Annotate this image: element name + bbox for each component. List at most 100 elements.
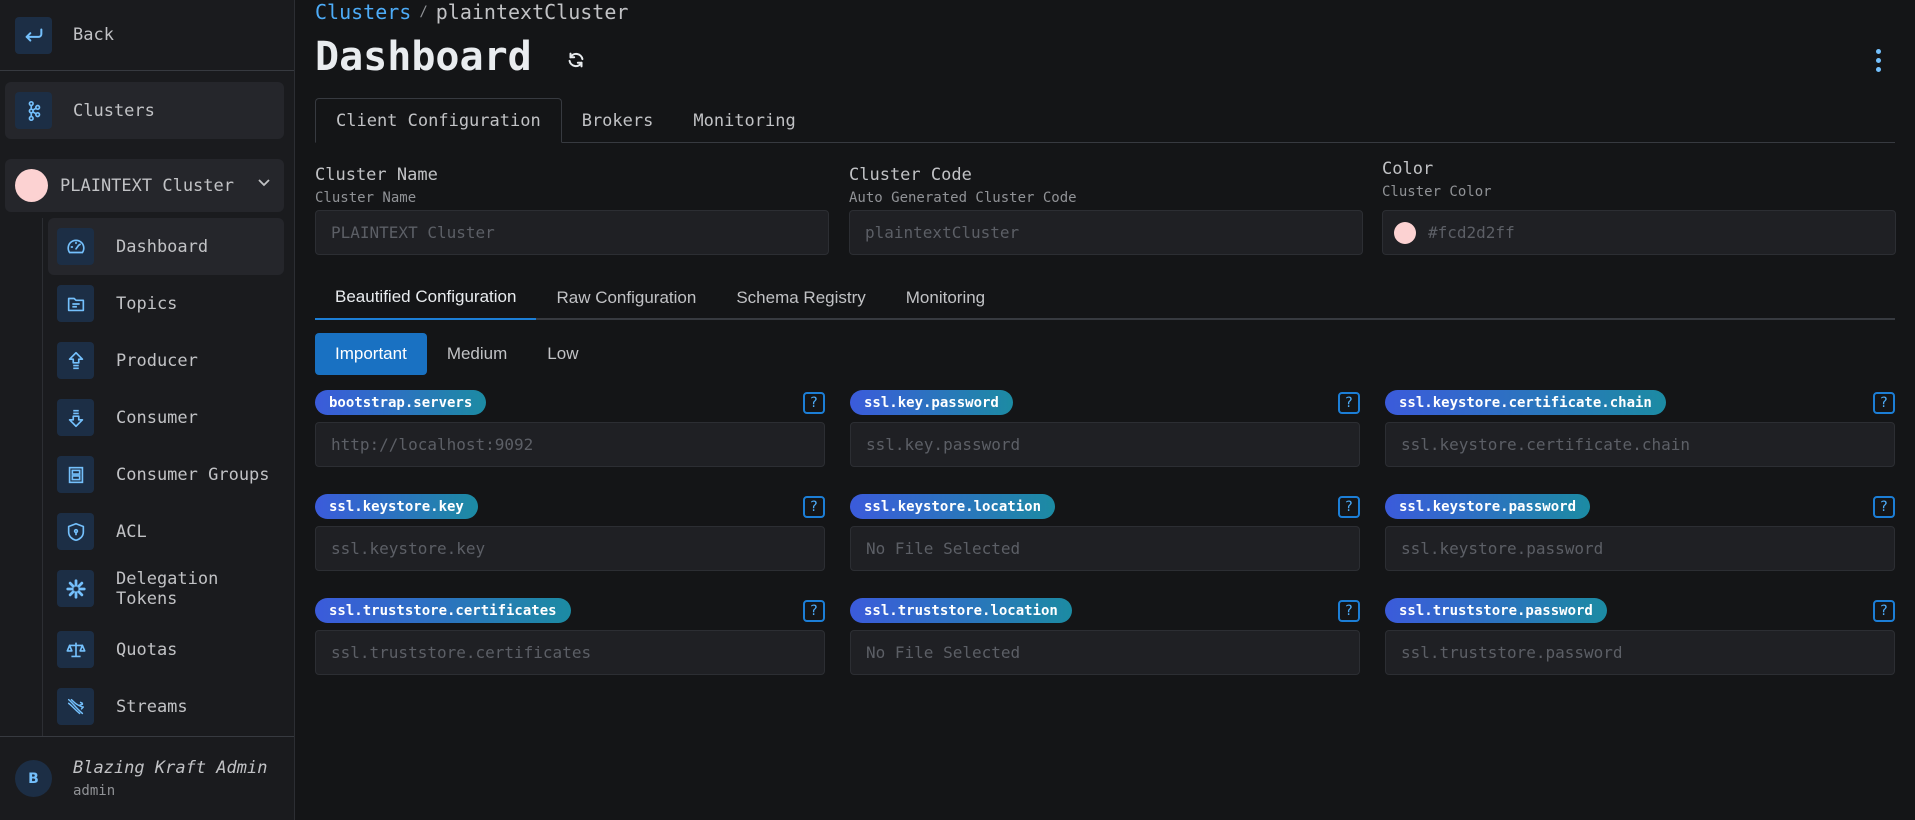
config-key-badge: ssl.keystore.location: [850, 494, 1056, 519]
help-icon[interactable]: ?: [1338, 392, 1360, 414]
back-button[interactable]: Back: [0, 0, 294, 71]
config-grid: bootstrap.servers ? ssl.key.password ? s…: [315, 390, 1895, 683]
sidebar-item-label: Consumer: [116, 407, 198, 428]
sidebar-item-dashboard[interactable]: Dashboard: [48, 218, 284, 275]
file-picker-input[interactable]: No File Selected: [850, 630, 1360, 675]
sidebar-item-label: Topics: [116, 293, 178, 314]
help-icon[interactable]: ?: [1338, 600, 1360, 622]
page-title: Dashboard: [315, 34, 532, 80]
tab-monitoring[interactable]: Monitoring: [673, 98, 815, 143]
color-input[interactable]: #fcd2d2ff: [1382, 210, 1896, 255]
config-item-ssl-key-password: ssl.key.password ?: [850, 390, 1360, 475]
config-input[interactable]: [1385, 422, 1895, 467]
color-swatch: [1394, 221, 1416, 244]
submenu-divider: [42, 218, 43, 736]
more-options-icon[interactable]: [1870, 46, 1886, 74]
config-item-ssl-keystore-location: ssl.keystore.location ? No File Selected: [850, 494, 1360, 579]
config-item-ssl-truststore-certificates: ssl.truststore.certificates ?: [315, 598, 825, 683]
help-icon[interactable]: ?: [803, 392, 825, 414]
cluster-color-dot: [15, 169, 48, 202]
sidebar-item-producer[interactable]: Producer: [48, 332, 284, 389]
config-input[interactable]: [850, 422, 1360, 467]
config-item-ssl-truststore-password: ssl.truststore.password ?: [1385, 598, 1895, 683]
config-item-ssl-keystore-certificate-chain: ssl.keystore.certificate.chain ?: [1385, 390, 1895, 475]
breadcrumb-clusters-link[interactable]: Clusters: [315, 0, 411, 24]
refresh-icon[interactable]: [565, 49, 587, 71]
sidebar-item-topics[interactable]: Topics: [48, 275, 284, 332]
sidebar-item-consumer-groups[interactable]: Consumer Groups: [48, 446, 284, 503]
config-item-bootstrap-servers: bootstrap.servers ?: [315, 390, 825, 475]
sidebar-item-label: Dashboard: [116, 236, 209, 257]
help-icon[interactable]: ?: [1338, 496, 1360, 518]
scale-icon: [57, 631, 94, 668]
config-key-badge: ssl.truststore.certificates: [315, 598, 571, 623]
sidebar-item-label: ACL: [116, 521, 147, 542]
color-value: #fcd2d2ff: [1428, 223, 1515, 242]
tab-brokers[interactable]: Brokers: [562, 98, 674, 143]
tab-client-configuration[interactable]: Client Configuration: [315, 98, 562, 143]
priority-tab-medium[interactable]: Medium: [427, 333, 527, 375]
sidebar-item-quotas[interactable]: Quotas: [48, 621, 284, 678]
sidebar-item-label: Producer: [116, 350, 198, 371]
avatar: B: [15, 760, 52, 797]
sidebar-item-label: Streams: [116, 696, 188, 717]
tab-schema-registry[interactable]: Schema Registry: [716, 276, 885, 320]
cluster-code-label: Cluster Code: [849, 165, 972, 185]
help-icon[interactable]: ?: [803, 496, 825, 518]
tab-config-monitoring[interactable]: Monitoring: [886, 276, 1005, 320]
help-icon[interactable]: ?: [803, 600, 825, 622]
config-key-badge: ssl.truststore.password: [1385, 598, 1607, 623]
return-arrow-icon: [15, 16, 52, 54]
config-input[interactable]: [315, 526, 825, 571]
tab-beautified-configuration[interactable]: Beautified Configuration: [315, 276, 537, 320]
config-key-badge: bootstrap.servers: [315, 390, 487, 415]
priority-tabs: Important Medium Low: [315, 333, 598, 375]
help-icon[interactable]: ?: [1873, 600, 1895, 622]
sidebar-item-label: Delegation Tokens: [116, 568, 219, 609]
config-key-badge: ssl.key.password: [850, 390, 1013, 415]
cluster-name-label: Cluster Name: [315, 165, 438, 185]
sidebar-item-label: Consumer Groups: [116, 464, 270, 485]
breadcrumb-current: plaintextCluster: [435, 0, 629, 24]
priority-tab-important[interactable]: Important: [315, 333, 427, 375]
file-picker-input[interactable]: No File Selected: [850, 526, 1360, 571]
user-profile[interactable]: B Blazing Kraft Admin admin: [0, 736, 294, 820]
asterisk-gear-icon: [57, 570, 94, 607]
top-tabs: Client Configuration Brokers Monitoring: [315, 98, 1895, 143]
cluster-name-description: Cluster Name: [315, 190, 417, 206]
cluster-code-description: Auto Generated Cluster Code: [849, 190, 1077, 206]
config-input[interactable]: [1385, 630, 1895, 675]
shield-icon: [57, 513, 94, 550]
user-name: Blazing Kraft Admin: [73, 758, 268, 778]
config-key-badge: ssl.keystore.certificate.chain: [1385, 390, 1666, 415]
config-input[interactable]: [315, 422, 825, 467]
sidebar-item-clusters[interactable]: Clusters: [5, 82, 284, 139]
breadcrumb-separator: /: [419, 4, 428, 20]
cluster-code-input[interactable]: plaintextCluster: [849, 210, 1363, 255]
config-item-ssl-truststore-location: ssl.truststore.location ? No File Select…: [850, 598, 1360, 683]
chevron-down-icon: [256, 174, 272, 194]
sidebar-item-label: Quotas: [116, 639, 178, 660]
config-input[interactable]: [1385, 526, 1895, 571]
user-role: admin: [73, 783, 116, 799]
sidebar-item-consumer[interactable]: Consumer: [48, 389, 284, 446]
back-label: Back: [73, 25, 114, 45]
priority-tab-low[interactable]: Low: [527, 333, 598, 375]
sidebar-item-acl[interactable]: ACL: [48, 503, 284, 560]
server-group-icon: [57, 456, 94, 493]
sidebar: Back Clusters PLAINTEXT Cluster Dashboar…: [0, 0, 295, 820]
cluster-name-input[interactable]: PLAINTEXT Cluster: [315, 210, 829, 255]
config-key-badge: ssl.keystore.key: [315, 494, 478, 519]
tab-raw-configuration[interactable]: Raw Configuration: [536, 276, 716, 320]
folder-icon: [57, 285, 94, 322]
color-field: Color Cluster Color #fcd2d2ff: [1382, 159, 1896, 255]
config-tabs: Beautified Configuration Raw Configurati…: [315, 276, 1895, 320]
sidebar-item-streams[interactable]: Streams: [48, 678, 284, 735]
arrow-down-icon: [57, 399, 94, 436]
sidebar-item-delegation-tokens[interactable]: Delegation Tokens: [48, 560, 284, 617]
help-icon[interactable]: ?: [1873, 392, 1895, 414]
help-icon[interactable]: ?: [1873, 496, 1895, 518]
config-input[interactable]: [315, 630, 825, 675]
streams-icon: [57, 688, 94, 725]
cluster-selector[interactable]: PLAINTEXT Cluster: [5, 159, 284, 212]
